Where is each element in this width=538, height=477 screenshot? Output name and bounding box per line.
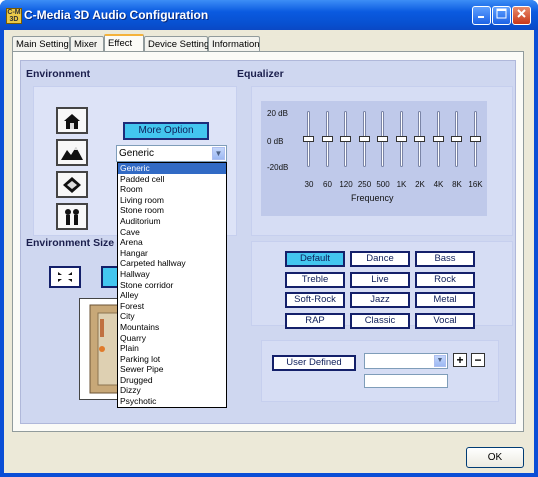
- env-house-button[interactable]: [56, 107, 88, 134]
- environment-dropdown-list[interactable]: Generic Padded cell Room Living room Stone r…: [117, 162, 227, 408]
- dropdown-option[interactable]: Drugged: [118, 375, 226, 386]
- frequency-band-label: 16K: [468, 180, 483, 189]
- arrows-in-icon: [58, 272, 72, 282]
- eq-slider-thumb[interactable]: [377, 136, 388, 142]
- dropdown-option[interactable]: Plain: [118, 343, 226, 354]
- maximize-icon: [496, 8, 507, 19]
- preset-button-live[interactable]: Live: [350, 271, 410, 288]
- eq-slider-thumb[interactable]: [469, 136, 481, 142]
- dropdown-option[interactable]: Stone corridor: [118, 280, 226, 291]
- dropdown-option[interactable]: Sewer Pipe: [118, 364, 226, 375]
- preset-button-treble[interactable]: Treble: [285, 271, 345, 288]
- tab-information[interactable]: Information: [208, 36, 260, 51]
- close-button[interactable]: [512, 6, 531, 25]
- environment-size-title: Environment Size: [26, 237, 115, 249]
- add-preset-button[interactable]: +: [453, 353, 467, 367]
- equalizer-graph: 20 dB 0 dB -20dB 30 60 120 250 500 1K 2K 4K 8K 16K Fr…: [261, 101, 487, 216]
- dropdown-option[interactable]: Carpeted hallway: [118, 258, 226, 269]
- dropdown-option[interactable]: Hangar: [118, 248, 226, 259]
- dropdown-option[interactable]: Parking lot: [118, 354, 226, 365]
- more-option-button[interactable]: More Option: [123, 122, 209, 140]
- effect-page: Environment Equalizer More Option Generi…: [12, 51, 524, 432]
- tab-main-setting[interactable]: Main Setting: [12, 36, 70, 51]
- effect-panel: Environment Equalizer More Option Generi…: [20, 60, 516, 424]
- dropdown-option[interactable]: Forest: [118, 301, 226, 312]
- eq-slider-thumb[interactable]: [414, 136, 425, 142]
- env-mountain-button[interactable]: [56, 139, 88, 166]
- minimize-icon: [478, 16, 484, 18]
- frequency-axis-label: Frequency: [351, 193, 394, 203]
- db-label: 0 dB: [267, 137, 284, 146]
- chevron-down-icon[interactable]: ▼: [212, 147, 225, 160]
- dropdown-option[interactable]: Stone room: [118, 205, 226, 216]
- eq-slider-thumb[interactable]: [395, 136, 407, 142]
- user-defined-button[interactable]: User Defined: [272, 355, 356, 371]
- user-defined-box: [261, 340, 499, 402]
- chevron-down-icon[interactable]: ▼: [434, 355, 446, 367]
- people-icon: [65, 208, 79, 225]
- window-title: C-Media 3D Audio Configuration: [24, 8, 209, 22]
- shrink-size-button[interactable]: [49, 266, 81, 288]
- equalizer-title: Equalizer: [237, 68, 284, 80]
- remove-preset-button[interactable]: −: [471, 353, 485, 367]
- preset-button-soft-rock[interactable]: Soft-Rock: [285, 292, 345, 308]
- user-preset-select[interactable]: ▼: [364, 353, 448, 369]
- preset-button-jazz[interactable]: Jazz: [350, 292, 410, 308]
- dropdown-option[interactable]: Cave: [118, 227, 226, 238]
- ornament-icon: [63, 176, 81, 193]
- dropdown-option[interactable]: City: [118, 311, 226, 322]
- dropdown-option[interactable]: Arena: [118, 237, 226, 248]
- db-label: 20 dB: [267, 109, 288, 118]
- maximize-button[interactable]: [492, 6, 511, 25]
- dropdown-option[interactable]: Room: [118, 184, 226, 195]
- preset-button-rap[interactable]: RAP: [285, 312, 345, 329]
- dropdown-option[interactable]: Mountains: [118, 322, 226, 333]
- close-icon: [517, 9, 526, 18]
- title-bar[interactable]: C-M 3D C-Media 3D Audio Configuration: [0, 0, 538, 30]
- minimize-button[interactable]: [472, 6, 491, 25]
- environment-select[interactable]: Generic ▼: [116, 145, 227, 162]
- dropdown-option[interactable]: Quarry: [118, 333, 226, 344]
- dropdown-option[interactable]: Padded cell: [118, 174, 226, 185]
- app-window: C-M 3D C-Media 3D Audio Configuration Ma…: [0, 0, 538, 477]
- dropdown-option[interactable]: Hallway: [118, 269, 226, 280]
- eq-slider-thumb[interactable]: [321, 136, 333, 142]
- app-icon: C-M 3D: [6, 8, 22, 24]
- ok-button[interactable]: OK: [466, 447, 524, 468]
- tab-device-setting[interactable]: Device Setting: [144, 36, 209, 51]
- dropdown-option[interactable]: Generic: [118, 163, 226, 174]
- mountain-icon: [61, 146, 83, 160]
- eq-slider-thumb[interactable]: [451, 136, 462, 142]
- dropdown-option[interactable]: Dizzy: [118, 385, 226, 396]
- eq-slider-thumb[interactable]: [303, 136, 314, 142]
- preset-button-vocal[interactable]: Vocal: [415, 312, 475, 329]
- preset-button-metal[interactable]: Metal: [415, 292, 475, 308]
- tab-mixer[interactable]: Mixer: [70, 36, 104, 51]
- tab-effect[interactable]: Effect: [104, 34, 144, 52]
- eq-slider-thumb[interactable]: [432, 136, 444, 142]
- dropdown-option[interactable]: Auditorium: [118, 216, 226, 227]
- dialog-body: Main Setting Mixer Effect Device Setting…: [4, 30, 534, 473]
- eq-slider-thumb[interactable]: [340, 136, 351, 142]
- house-icon: [64, 113, 80, 129]
- dropdown-option[interactable]: Alley: [118, 290, 226, 301]
- db-label: -20dB: [267, 163, 289, 172]
- preset-button-dance[interactable]: Dance: [350, 251, 410, 267]
- environment-title: Environment: [26, 68, 91, 80]
- env-people-button[interactable]: [56, 203, 88, 230]
- environment-select-value: Generic: [119, 148, 155, 159]
- env-ornament-button[interactable]: [56, 171, 88, 198]
- dropdown-option[interactable]: Living room: [118, 195, 226, 206]
- preset-button-classic[interactable]: Classic: [350, 312, 410, 329]
- preset-button-default[interactable]: Default: [285, 251, 345, 267]
- preset-button-bass[interactable]: Bass: [415, 251, 475, 267]
- eq-slider-thumb[interactable]: [358, 136, 370, 142]
- preset-name-input[interactable]: [364, 374, 448, 388]
- preset-button-rock[interactable]: Rock: [415, 271, 475, 288]
- dropdown-option[interactable]: Psychotic: [118, 396, 226, 407]
